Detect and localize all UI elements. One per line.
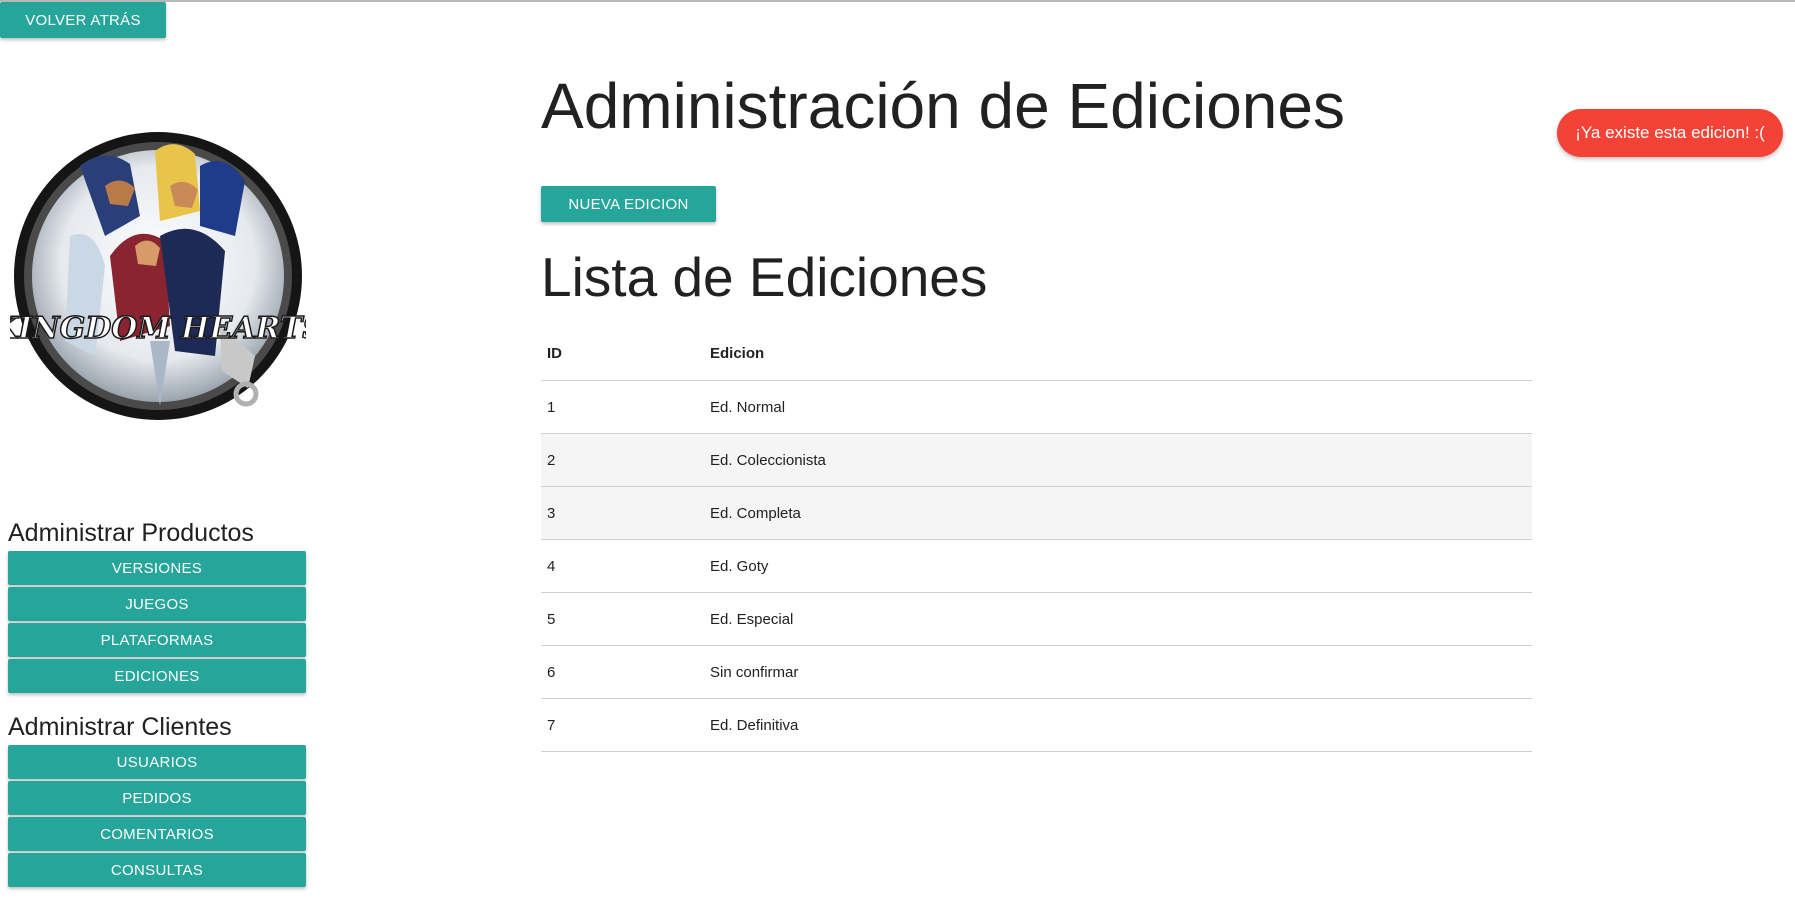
nav-usuarios-button[interactable]: Usuarios <box>8 745 306 779</box>
sidebar-products: Administrar Productos Versiones Juegos P… <box>8 515 306 695</box>
table-row: 4 Ed. Goty <box>541 539 1532 593</box>
svg-text:KINGDOM HEARTS: KINGDOM HEARTS <box>10 311 306 346</box>
column-header-id: ID <box>541 327 704 381</box>
cell-id: 5 <box>541 592 704 646</box>
sidebar-clients: Administrar Clientes Usuarios Pedidos Co… <box>8 709 306 889</box>
cell-edicion: Ed. Normal <box>704 380 1532 434</box>
table-row: 2 Ed. Coleccionista <box>541 433 1532 487</box>
table-row: 7 Ed. Definitiva <box>541 698 1532 752</box>
editions-table: ID Edicion 1 Ed. Normal 2 Ed. Coleccioni… <box>541 327 1532 752</box>
kingdom-hearts-logo: KINGDOM HEARTS <box>0 126 325 426</box>
cell-id: 6 <box>541 645 704 699</box>
page-title: Administración de Ediciones <box>541 70 1345 142</box>
cell-id: 1 <box>541 380 704 434</box>
table-row: 3 Ed. Completa <box>541 486 1532 540</box>
nav-pedidos-button[interactable]: Pedidos <box>8 781 306 815</box>
table-row: 5 Ed. Especial <box>541 592 1532 646</box>
cell-edicion: Ed. Especial <box>704 592 1532 646</box>
nav-comentarios-button[interactable]: Comentarios <box>8 817 306 851</box>
back-button[interactable]: Volver atrás <box>0 2 166 38</box>
cell-id: 2 <box>541 433 704 487</box>
error-toast: ¡Ya existe esta edicion! :( <box>1557 109 1783 157</box>
list-title: Lista de Ediciones <box>541 246 988 308</box>
clients-heading: Administrar Clientes <box>8 713 232 741</box>
nav-juegos-button[interactable]: Juegos <box>8 587 306 621</box>
cell-edicion: Ed. Completa <box>704 486 1532 540</box>
cell-id: 3 <box>541 486 704 540</box>
column-header-edicion: Edicion <box>704 327 1532 381</box>
table-row: 1 Ed. Normal <box>541 380 1532 434</box>
nav-versiones-button[interactable]: Versiones <box>8 551 306 585</box>
top-border <box>0 0 1795 2</box>
cell-edicion: Ed. Definitiva <box>704 698 1532 752</box>
table-header-row: ID Edicion <box>541 327 1532 381</box>
cell-edicion: Ed. Coleccionista <box>704 433 1532 487</box>
cell-id: 4 <box>541 539 704 593</box>
table-row: 6 Sin confirmar <box>541 645 1532 699</box>
nav-plataformas-button[interactable]: Plataformas <box>8 623 306 657</box>
cell-edicion: Sin confirmar <box>704 645 1532 699</box>
nav-ediciones-button[interactable]: Ediciones <box>8 659 306 693</box>
cell-edicion: Ed. Goty <box>704 539 1532 593</box>
products-heading: Administrar Productos <box>8 519 254 547</box>
cell-id: 7 <box>541 698 704 752</box>
new-edition-button[interactable]: Nueva edicion <box>541 186 716 222</box>
nav-consultas-button[interactable]: Consultas <box>8 853 306 887</box>
